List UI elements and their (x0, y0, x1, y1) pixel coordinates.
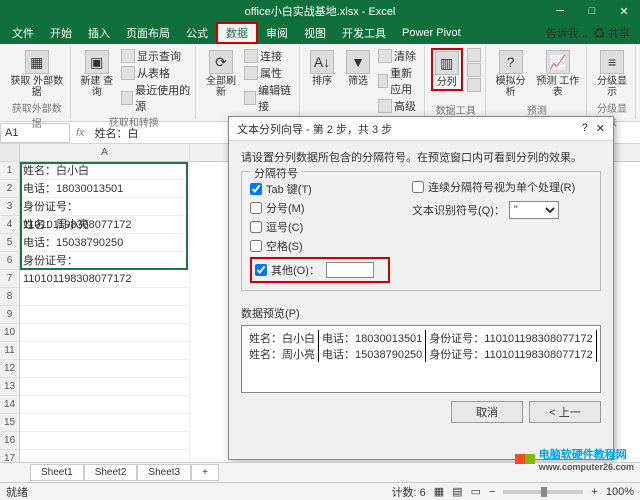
text-to-columns-button[interactable]: ▥分列 (431, 48, 463, 91)
tab-developer[interactable]: 开发工具 (334, 22, 394, 44)
watermark: 电脑软硬件教程网 www.computer26.com (515, 446, 634, 472)
filter-button[interactable]: ▼筛选 (342, 48, 374, 89)
from-table[interactable]: 从表格 (121, 65, 191, 81)
zoom-level[interactable]: 100% (606, 486, 634, 498)
tab-layout[interactable]: 页面布局 (118, 22, 178, 44)
tab-insert[interactable]: 插入 (80, 22, 118, 44)
window-title: office小白实战基地.xlsx - Excel (245, 3, 396, 19)
text-qualifier-select[interactable]: " (509, 201, 559, 219)
windows-logo-icon (515, 454, 535, 464)
formula-value[interactable]: 姓名：白 (91, 125, 143, 141)
flash-fill-icon (467, 48, 481, 62)
tab-powerpivot[interactable]: Power Pivot (394, 22, 469, 44)
validation-icon (467, 78, 481, 92)
delimiter-other[interactable]: 其他(O)： (255, 262, 320, 278)
advanced-filter[interactable]: 高级 (378, 98, 420, 114)
delimiter-other-input[interactable] (326, 262, 374, 278)
filter-icon: ▼ (346, 50, 370, 74)
help-icon[interactable]: ? (582, 122, 588, 135)
sheet-tab-1[interactable]: Sheet1 (30, 464, 84, 481)
show-queries[interactable]: 显示查询 (121, 48, 191, 64)
cancel-button[interactable]: 取消 (451, 401, 523, 423)
view-break-icon[interactable]: ▭ (471, 485, 481, 498)
preview-pane: 姓名：白小白 电话：18030013501 身份证号：1101011983080… (241, 325, 601, 393)
tab-view[interactable]: 视图 (296, 22, 334, 44)
sort-icon: A↓ (310, 50, 334, 74)
sheet-tab-3[interactable]: Sheet3 (137, 464, 191, 481)
dialog-close-icon[interactable]: ✕ (596, 122, 605, 135)
whatif-button[interactable]: ?模拟分析 (492, 48, 530, 100)
remove-dup-icon (467, 63, 481, 77)
close-icon[interactable]: ✕ (608, 0, 640, 22)
window-controls: ─ □ ✕ (544, 0, 640, 22)
zoom-slider[interactable] (503, 490, 583, 494)
reapply[interactable]: 重新应用 (378, 65, 420, 97)
tab-formulas[interactable]: 公式 (178, 22, 216, 44)
sort-button[interactable]: A↓排序 (306, 48, 338, 89)
refresh-all-button[interactable]: ⟳全部刷新 (202, 48, 240, 100)
sheet-tab-2[interactable]: Sheet2 (84, 464, 138, 481)
back-button[interactable]: < 上一 (529, 401, 601, 423)
delimiter-space[interactable]: 空格(S) (250, 238, 592, 254)
outline-icon: ≡ (600, 50, 624, 74)
preview-label: 数据预览(P) (241, 305, 601, 321)
recent-sources[interactable]: 最近使用的源 (121, 82, 191, 114)
query-icon: ▣ (85, 50, 109, 74)
database-icon: ▦ (25, 50, 49, 74)
name-box[interactable]: A1 (0, 123, 70, 143)
tab-home[interactable]: 开始 (42, 22, 80, 44)
status-bar: 就绪 计数: 6 ▦ ▤ ▭ − + 100% (0, 482, 640, 500)
tab-file[interactable]: 文件 (4, 22, 42, 44)
consecutive-delimiters[interactable]: 连续分隔符号视为单个处理(R) (412, 179, 575, 195)
outline-button[interactable]: ≡分级显示 (593, 48, 631, 100)
get-external-data-button[interactable]: ▦获取 外部数据 (8, 48, 66, 100)
status-ready: 就绪 (6, 484, 28, 500)
forecast-button[interactable]: 📈预测 工作表 (534, 48, 583, 100)
delimiter-comma[interactable]: 逗号(C) (250, 219, 592, 235)
minimize-icon[interactable]: ─ (544, 0, 576, 22)
dialog-title: 文本分列向导 - 第 2 步，共 3 步 (237, 121, 392, 137)
connections[interactable]: 连接 (244, 48, 295, 64)
row-headers: 123 456 789 101112 131415 1617 (0, 144, 20, 474)
maximize-icon[interactable]: □ (576, 0, 608, 22)
share-button[interactable]: ♻ 共享 (594, 25, 630, 41)
refresh-icon: ⟳ (209, 50, 233, 74)
clear-filter[interactable]: 清除 (378, 48, 420, 64)
fx-icon[interactable]: fx (70, 127, 91, 139)
properties[interactable]: 属性 (244, 65, 295, 81)
ribbon: ▦获取 外部数据 获取外部数据 ▣新建 查询 显示查询 从表格 最近使用的源 获… (0, 44, 640, 122)
columns-icon: ▥ (435, 51, 459, 75)
view-layout-icon[interactable]: ▤ (452, 485, 462, 498)
dialog-instruction: 请设置分列数据所包含的分隔符号。在预览窗口内可看到分列的效果。 (241, 149, 601, 165)
tab-review[interactable]: 审阅 (258, 22, 296, 44)
col-header-a[interactable]: A (20, 144, 190, 161)
new-query-button[interactable]: ▣新建 查询 (77, 48, 117, 100)
view-normal-icon[interactable]: ▦ (434, 485, 444, 498)
status-count: 计数: 6 (392, 484, 426, 500)
whatif-icon: ? (499, 50, 523, 74)
tell-me[interactable]: 告诉我... (546, 25, 588, 41)
edit-links[interactable]: 编辑链接 (244, 82, 295, 114)
tab-data[interactable]: 数据 (216, 22, 258, 44)
title-bar: office小白实战基地.xlsx - Excel ─ □ ✕ (0, 0, 640, 22)
add-sheet-button[interactable]: + (191, 464, 219, 481)
text-to-columns-dialog: 文本分列向导 - 第 2 步，共 3 步 ? ✕ 请设置分列数据所包含的分隔符号。… (228, 116, 614, 460)
ribbon-tabs: 文件 开始 插入 页面布局 公式 数据 审阅 视图 开发工具 Power Piv… (0, 22, 640, 44)
forecast-icon: 📈 (546, 50, 570, 74)
